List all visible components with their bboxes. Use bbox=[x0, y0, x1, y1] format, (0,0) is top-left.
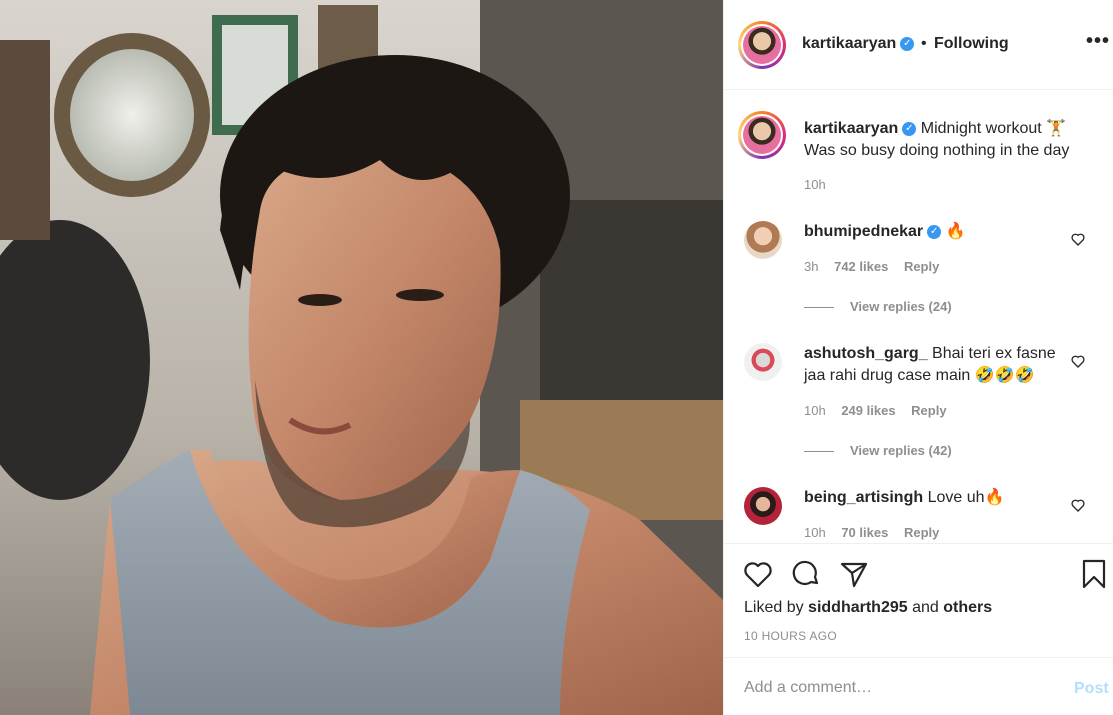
comment-time[interactable]: 10h bbox=[804, 525, 826, 540]
reply-button[interactable]: Reply bbox=[911, 403, 946, 418]
comment-likes[interactable]: 70 likes bbox=[841, 525, 888, 540]
commenter-username-link[interactable]: bhumipednekar bbox=[804, 223, 923, 240]
comment-time[interactable]: 3h bbox=[804, 259, 818, 274]
like-comment-heart-icon[interactable] bbox=[1070, 353, 1086, 369]
commenter-username-link[interactable]: being_artisingh bbox=[804, 489, 923, 506]
liked-by-summary: Liked by siddharth295 and others bbox=[744, 599, 992, 617]
post-comment-button[interactable]: Post bbox=[1074, 680, 1109, 698]
liked-by-prefix: Liked by bbox=[744, 599, 804, 616]
caption-timestamp[interactable]: 10h bbox=[804, 177, 826, 192]
commenter-avatar[interactable] bbox=[744, 343, 782, 381]
view-replies-label: View replies (24) bbox=[850, 299, 952, 314]
comment-likes[interactable]: 742 likes bbox=[834, 259, 888, 274]
caption-text: kartikaaryan ✓ Midnight workout 🏋 Was so … bbox=[804, 118, 1104, 162]
share-paper-plane-icon[interactable] bbox=[838, 558, 870, 590]
caption-body-line2: Was so busy doing nothing in the day bbox=[804, 142, 1070, 159]
caption-author-avatar[interactable] bbox=[738, 111, 786, 159]
following-button[interactable]: Following bbox=[934, 35, 1009, 53]
caption-body: Midnight workout 🏋 bbox=[920, 120, 1067, 137]
comment-body: 🔥 bbox=[945, 223, 966, 240]
view-replies-label: View replies (42) bbox=[850, 443, 952, 458]
post-photo[interactable] bbox=[0, 0, 723, 715]
author-username-link[interactable]: kartikaaryan ✓ bbox=[802, 35, 915, 53]
liked-by-and: and bbox=[912, 599, 939, 616]
liked-by-user-link[interactable]: siddharth295 bbox=[808, 599, 908, 616]
header-separator: • bbox=[921, 35, 927, 52]
more-options-icon[interactable]: ••• bbox=[1086, 30, 1110, 53]
comment-bubble-icon[interactable] bbox=[790, 558, 822, 590]
comment-meta: 3h 742 likes Reply bbox=[804, 259, 951, 274]
view-replies-button[interactable]: View replies (24) bbox=[804, 299, 952, 314]
post-timestamp[interactable]: 10 HOURS AGO bbox=[744, 629, 837, 643]
post-details-panel: kartikaaryan ✓ • Following ••• kartikaary… bbox=[723, 0, 1113, 715]
commenter-avatar[interactable] bbox=[744, 487, 782, 525]
view-replies-button[interactable]: View replies (42) bbox=[804, 443, 952, 458]
comments-list[interactable]: kartikaaryan ✓ Midnight workout 🏋 Was so … bbox=[724, 91, 1113, 541]
like-comment-heart-icon[interactable] bbox=[1070, 497, 1086, 513]
comment-text: being_artisingh Love uh🔥 bbox=[804, 487, 1066, 509]
add-comment-bar: Post bbox=[724, 657, 1113, 715]
commenter-username-link[interactable]: ashutosh_garg_ bbox=[804, 345, 928, 362]
comment-likes[interactable]: 249 likes bbox=[841, 403, 895, 418]
comment-text: bhumipednekar ✓ 🔥 bbox=[804, 221, 1066, 243]
reply-button[interactable]: Reply bbox=[904, 525, 939, 540]
post-actions: Liked by siddharth295 and others 10 HOUR… bbox=[724, 543, 1113, 657]
comment-meta: 10h 70 likes Reply bbox=[804, 525, 951, 540]
commenter-avatar[interactable] bbox=[744, 221, 782, 259]
caption-username-link[interactable]: kartikaaryan bbox=[804, 120, 898, 137]
comment-text: ashutosh_garg_ Bhai teri ex fasne jaa ra… bbox=[804, 343, 1066, 387]
liked-by-others-link[interactable]: others bbox=[943, 599, 992, 616]
like-heart-icon[interactable] bbox=[742, 558, 774, 590]
post-photo-image bbox=[0, 0, 723, 715]
reply-button[interactable]: Reply bbox=[904, 259, 939, 274]
comment-meta: 10h 249 likes Reply bbox=[804, 403, 959, 418]
verified-badge-icon: ✓ bbox=[902, 121, 917, 136]
author-avatar[interactable] bbox=[738, 21, 786, 69]
like-comment-heart-icon[interactable] bbox=[1070, 231, 1086, 247]
comment-time[interactable]: 10h bbox=[804, 403, 826, 418]
verified-badge-icon: ✓ bbox=[927, 224, 942, 239]
verified-badge-icon: ✓ bbox=[900, 36, 915, 51]
save-bookmark-icon[interactable] bbox=[1078, 558, 1110, 590]
add-comment-input[interactable] bbox=[744, 676, 1044, 700]
post-header: kartikaaryan ✓ • Following ••• bbox=[724, 0, 1113, 90]
comment-body: Love uh🔥 bbox=[927, 489, 1005, 506]
